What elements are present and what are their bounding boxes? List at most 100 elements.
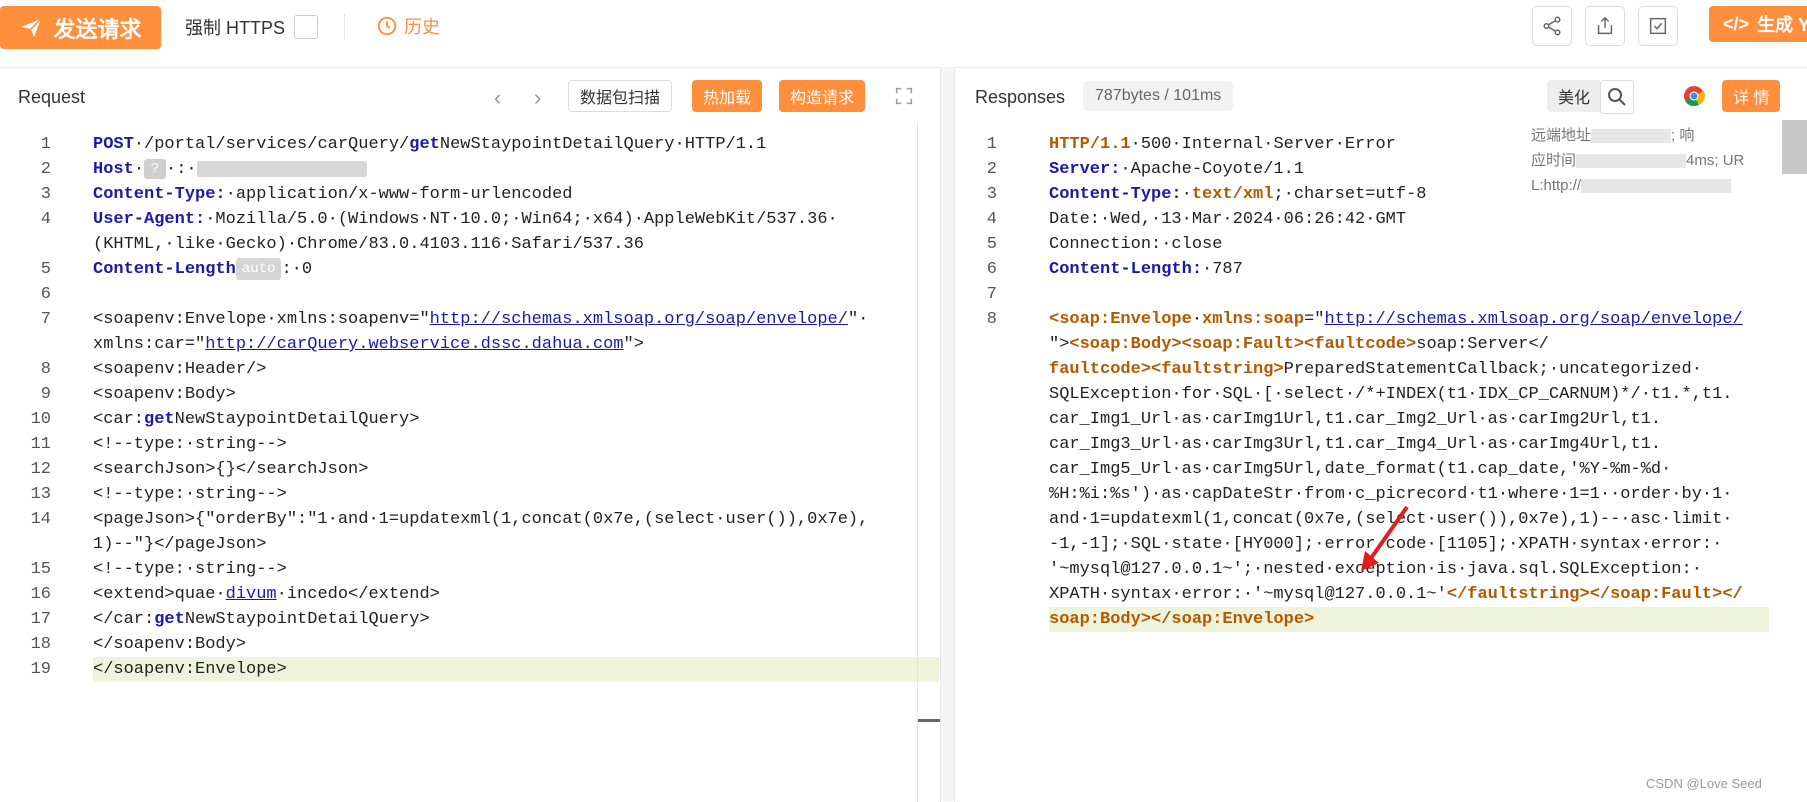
response-size-badge: 787bytes / 101ms: [1083, 81, 1234, 111]
code-token: NewStaypointDetailQuery>: [184, 610, 430, 629]
code-token: car_Img1_Url·as·carImg1Url,t1.car_Img2_U…: [1049, 410, 1662, 429]
code-line: <pageJson>{"orderBy":"1·and·1=updatexml(…: [93, 507, 868, 532]
code-token: <soapenv:Envelope·xmlns:soapenv=": [93, 310, 430, 329]
code-token: ">: [623, 335, 644, 354]
code-token: text/xml: [1191, 185, 1274, 204]
export-button[interactable]: [1585, 6, 1625, 46]
code-line: Content-Length auto:·0: [93, 257, 312, 282]
history-button[interactable]: 历史: [376, 13, 440, 39]
code-token: XPATH·syntax·error:·'~mysql@127.0.0.1~': [1049, 585, 1447, 604]
line-number: 15: [30, 560, 51, 579]
line-number: 9: [40, 385, 51, 404]
code-token: <pageJson>{"orderBy":"1·and·1=updatexml(…: [93, 510, 869, 529]
redacted-block: [1576, 154, 1687, 169]
code-line: <soap:Envelope·xmlns:soap="http://schema…: [1049, 307, 1743, 332]
code-token: <soap:Body><soap:Fault><faultcode>: [1069, 335, 1417, 354]
code-token: <soapenv:Body>: [93, 385, 236, 404]
line-number: 17: [30, 610, 51, 629]
line-number: 3: [986, 185, 997, 204]
send-request-button[interactable]: 发送请求: [0, 6, 161, 49]
panel-gutter[interactable]: [941, 67, 954, 801]
build-request-button[interactable]: 构造请求: [779, 80, 866, 112]
code-token: divum: [225, 585, 277, 604]
code-token: ;·charset=utf-8: [1273, 185, 1427, 204]
line-number: 5: [40, 260, 51, 279]
code-token: 1)--"}</pageJson>: [93, 535, 267, 554]
details-button[interactable]: 详 情: [1722, 80, 1781, 112]
share-button[interactable]: [1532, 6, 1572, 46]
code-line: POST·/portal/services/carQuery/getNewSta…: [93, 132, 766, 157]
response-time-label: 应时间: [1531, 152, 1577, 169]
code-line: <car:getNewStaypointDetailQuery>: [93, 407, 419, 432]
host-info-badge: ?: [144, 158, 167, 179]
line-number: 2: [986, 160, 997, 179]
code-line: Content-Type:·text/xml;·charset=utf-8: [1049, 182, 1426, 207]
code-token: (KHTML,·like·Gecko)·Chrome/83.0.4103.116…: [93, 235, 644, 254]
search-button[interactable]: [1600, 80, 1634, 114]
auto-length-badge: auto: [235, 257, 282, 280]
code-line: User-Agent:·Mozilla/5.0·(Windows·NT·10.0…: [93, 207, 838, 232]
code-token: NewStaypointDetailQuery·HTTP/1.1: [439, 135, 767, 154]
code-token: get: [144, 410, 175, 429]
export-icon: [1597, 16, 1613, 35]
code-line: <!--type:·string-->: [93, 482, 287, 507]
code-token: </faultstring></soap:Fault></: [1446, 585, 1743, 604]
remote-address-label: 远端地址: [1531, 127, 1592, 144]
code-token: ·787: [1202, 260, 1243, 279]
remote-info-overlay: 远端地址 ; 响 应时间 4ms; UR L:http://: [1531, 123, 1771, 198]
code-token: </car:: [93, 610, 155, 629]
code-token: =": [1304, 310, 1325, 329]
force-https-label: 强制 HTTPS: [185, 18, 286, 38]
line-number: 19: [30, 660, 51, 679]
line-number: 14: [30, 510, 51, 529]
code-token: ·500·Internal·Server·Error: [1130, 135, 1396, 154]
request-title: Request: [18, 87, 86, 107]
next-arrow-icon[interactable]: ›: [534, 85, 541, 111]
request-editor[interactable]: 1 POST·/portal/services/carQuery/getNewSt…: [0, 122, 940, 802]
redacted-block: [1591, 129, 1672, 144]
code-token: Content-Type:: [1049, 185, 1182, 204]
code-token: NewStaypointDetailQuery>: [174, 410, 420, 429]
response-viewer[interactable]: 1 HTTP/1.1·500·Internal·Server·Error 2 Serv…: [955, 122, 1807, 802]
code-line: Host·? ·:·: [93, 157, 367, 182]
code-token: ·: [1181, 185, 1192, 204]
code-line: Connection:·close: [1049, 232, 1222, 257]
hot-load-button[interactable]: 热加载: [692, 80, 763, 112]
generate-button[interactable]: </> 生成 Y: [1709, 6, 1807, 42]
code-line: car_Img5_Url·as·carImg5Url,date_format(t…: [1049, 457, 1671, 482]
line-number: 3: [40, 185, 51, 204]
cursor-position-marker: [918, 719, 940, 722]
redacted-host: [196, 160, 367, 177]
code-line: XPATH·syntax·error:·'~mysql@127.0.0.1~'<…: [1049, 582, 1743, 607]
watermark: CSDN @Love Seed: [1646, 776, 1762, 791]
line-number: 13: [30, 485, 51, 504]
code-token: Content-Length:: [1049, 260, 1203, 279]
code-line: SQLException·for·SQL·[·select·/*+INDEX(t…: [1049, 382, 1733, 407]
code-token: car_Img5_Url·as·carImg5Url,date_format(t…: [1049, 460, 1672, 479]
line-number: 12: [30, 460, 51, 479]
code-token: ·: [1191, 310, 1203, 329]
code-token: %H:%i:%s')·as·capDateStr·from·c_picrecor…: [1049, 485, 1733, 504]
prev-arrow-icon[interactable]: ‹: [494, 85, 501, 111]
packet-scan-button[interactable]: 数据包扫描: [568, 80, 673, 112]
line-number: 8: [986, 310, 997, 329]
code-token: PreparedStatementCallback;·uncategorized…: [1283, 360, 1702, 379]
response-panel: Responses 787bytes / 101ms 美化 详 情 1 HTTP/…: [954, 67, 1807, 802]
force-https-checkbox[interactable]: [294, 15, 318, 39]
code-token: ">: [1049, 335, 1070, 354]
send-icon: [21, 17, 43, 37]
code-token: xmlns:soap: [1202, 310, 1305, 329]
code-token: <car:: [93, 410, 145, 429]
code-line: faultcode><faultstring>PreparedStatement…: [1049, 357, 1702, 382]
beautify-button[interactable]: 美化: [1547, 80, 1602, 112]
code-line: <!--type:·string-->: [93, 432, 287, 457]
chrome-button[interactable]: [1678, 80, 1710, 112]
code-line: Content-Type:·application/x-www-form-url…: [93, 182, 572, 207]
request-scrollbar[interactable]: [917, 122, 918, 802]
code-token: <searchJson>{}</searchJson>: [93, 460, 369, 479]
expand-icon[interactable]: [893, 85, 915, 107]
code-line: 1)--"}</pageJson>: [93, 532, 266, 557]
code-token: User-Agent:: [93, 210, 206, 229]
verify-button[interactable]: [1638, 6, 1678, 46]
code-line: Date:·Wed,·13·Mar·2024·06:26:42·GMT: [1049, 207, 1406, 232]
